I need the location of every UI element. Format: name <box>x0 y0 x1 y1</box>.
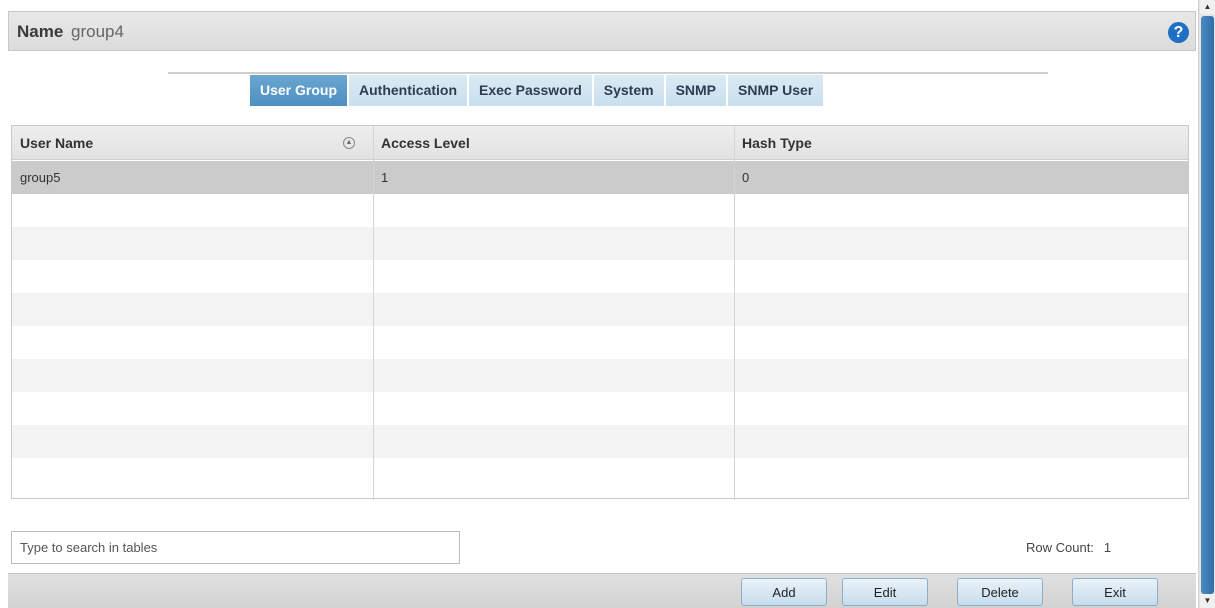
scroll-up-arrow-icon[interactable]: ▲ <box>1200 0 1215 14</box>
user-group-table: User Name ▲ Access Level Hash Type group… <box>11 125 1189 500</box>
vertical-scrollbar[interactable]: ▲ ▼ <box>1198 0 1215 608</box>
empty-row <box>12 359 1188 392</box>
name-header: Name group4 ? <box>8 11 1196 51</box>
tab-snmp[interactable]: SNMP <box>665 75 729 106</box>
exit-button[interactable]: Exit <box>1072 578 1158 606</box>
empty-row <box>12 458 1188 491</box>
tab-snmp-user[interactable]: SNMP User <box>728 75 826 106</box>
empty-row <box>12 293 1188 326</box>
delete-button[interactable]: Delete <box>957 578 1043 606</box>
column-header-user-name[interactable]: User Name <box>12 126 373 160</box>
row-count: Row Count: 1 <box>1026 540 1111 555</box>
column-divider <box>734 126 735 500</box>
tab-user-group[interactable]: User Group <box>250 75 350 106</box>
add-button[interactable]: Add <box>741 578 827 606</box>
empty-row <box>12 326 1188 359</box>
tab-exec-password[interactable]: Exec Password <box>469 75 594 106</box>
tab-system[interactable]: System <box>593 75 666 106</box>
empty-row <box>12 227 1188 260</box>
column-header-access-level[interactable]: Access Level <box>373 126 734 160</box>
table-row[interactable]: group5 1 0 <box>12 161 1188 194</box>
empty-row <box>12 425 1188 458</box>
empty-row <box>12 194 1188 227</box>
cell-user-name: group5 <box>20 170 61 185</box>
cell-hash-type: 0 <box>742 170 750 185</box>
column-divider <box>373 126 374 500</box>
edit-button[interactable]: Edit <box>842 578 928 606</box>
column-header-hash-type[interactable]: Hash Type <box>734 126 1190 160</box>
cell-access-level: 1 <box>381 170 389 185</box>
user-group-dialog: Name group4 ? User Group Authentication … <box>0 0 1215 608</box>
scroll-down-arrow-icon[interactable]: ▼ <box>1200 594 1215 608</box>
name-value: group4 <box>71 22 124 41</box>
table-search-input[interactable] <box>11 531 460 564</box>
table-header: User Name ▲ Access Level Hash Type <box>12 126 1188 160</box>
tab-bar: User Group Authentication Exec Password … <box>250 75 826 106</box>
empty-row <box>12 260 1188 293</box>
tab-divider-line <box>168 72 1048 74</box>
empty-row <box>12 392 1188 425</box>
name-label: Name <box>17 22 64 41</box>
help-icon[interactable]: ? <box>1168 22 1189 43</box>
tab-authentication[interactable]: Authentication <box>349 75 470 106</box>
row-count-value: 1 <box>1103 540 1112 555</box>
row-count-label: Row Count: <box>1026 540 1094 555</box>
scrollbar-thumb[interactable] <box>1201 16 1214 594</box>
sort-ascending-icon[interactable]: ▲ <box>343 137 355 149</box>
